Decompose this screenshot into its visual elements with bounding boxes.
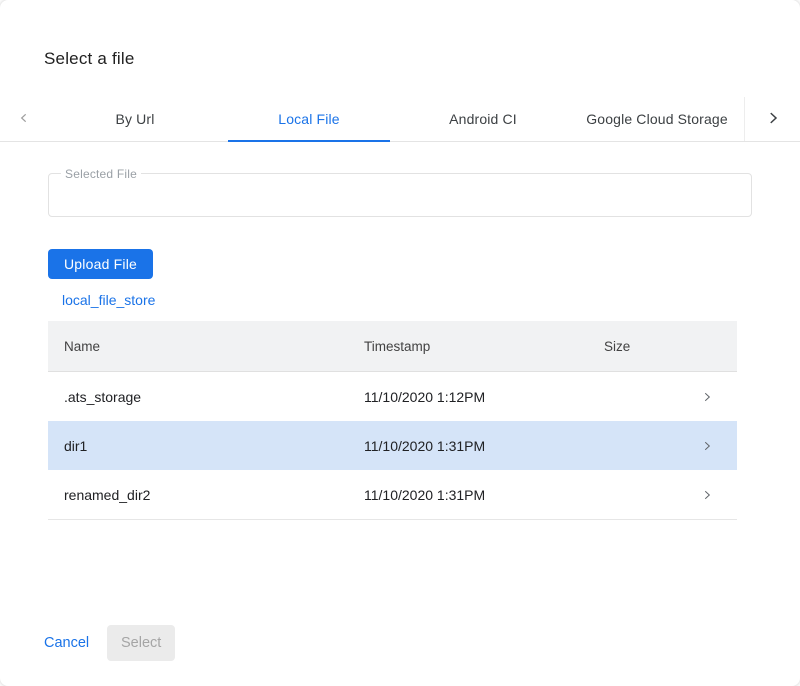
table-row[interactable]: dir1 11/10/2020 1:31PM [48, 421, 737, 470]
file-name: renamed_dir2 [48, 487, 364, 503]
file-name: dir1 [48, 438, 364, 454]
select-file-dialog: Select a file By Url Local File Android … [0, 0, 800, 686]
tab-google-cloud-storage[interactable]: Google Cloud Storage [570, 97, 744, 141]
column-header-timestamp: Timestamp [364, 339, 604, 354]
select-button[interactable]: Select [107, 625, 175, 661]
upload-file-button[interactable]: Upload File [48, 249, 153, 279]
dialog-footer: Cancel Select [44, 625, 800, 661]
file-timestamp: 11/10/2020 1:31PM [364, 487, 604, 503]
table-row[interactable]: renamed_dir2 11/10/2020 1:31PM [48, 470, 737, 519]
file-name: .ats_storage [48, 389, 364, 405]
row-chevron-right-icon[interactable] [677, 439, 737, 453]
chevron-left-icon [16, 110, 32, 129]
table-header-row: Name Timestamp Size [48, 321, 737, 372]
column-header-name: Name [48, 339, 364, 354]
tabs-scroll-right-button[interactable] [744, 97, 800, 141]
file-timestamp: 11/10/2020 1:31PM [364, 438, 604, 454]
tab-bar: By Url Local File Android CI Google Clou… [0, 97, 800, 142]
tab-by-url[interactable]: By Url [48, 97, 222, 141]
selected-file-field: Selected File [48, 173, 752, 217]
row-chevron-right-icon[interactable] [677, 488, 737, 502]
tab-list: By Url Local File Android CI Google Clou… [48, 97, 744, 141]
selected-file-input[interactable] [49, 174, 751, 216]
column-header-size: Size [604, 339, 677, 354]
chevron-right-icon [764, 109, 782, 130]
dialog-title: Select a file [44, 48, 800, 70]
selected-file-field-label: Selected File [61, 167, 141, 181]
row-chevron-right-icon[interactable] [677, 390, 737, 404]
tab-android-ci[interactable]: Android CI [396, 97, 570, 141]
table-row[interactable]: .ats_storage 11/10/2020 1:12PM [48, 372, 737, 421]
local-file-store-link[interactable]: local_file_store [62, 292, 155, 308]
cancel-button[interactable]: Cancel [44, 635, 89, 651]
file-table: Name Timestamp Size .ats_storage 11/10/2… [48, 321, 737, 520]
tabs-scroll-left-button[interactable] [0, 97, 48, 141]
tab-local-file[interactable]: Local File [222, 97, 396, 141]
file-timestamp: 11/10/2020 1:12PM [364, 389, 604, 405]
